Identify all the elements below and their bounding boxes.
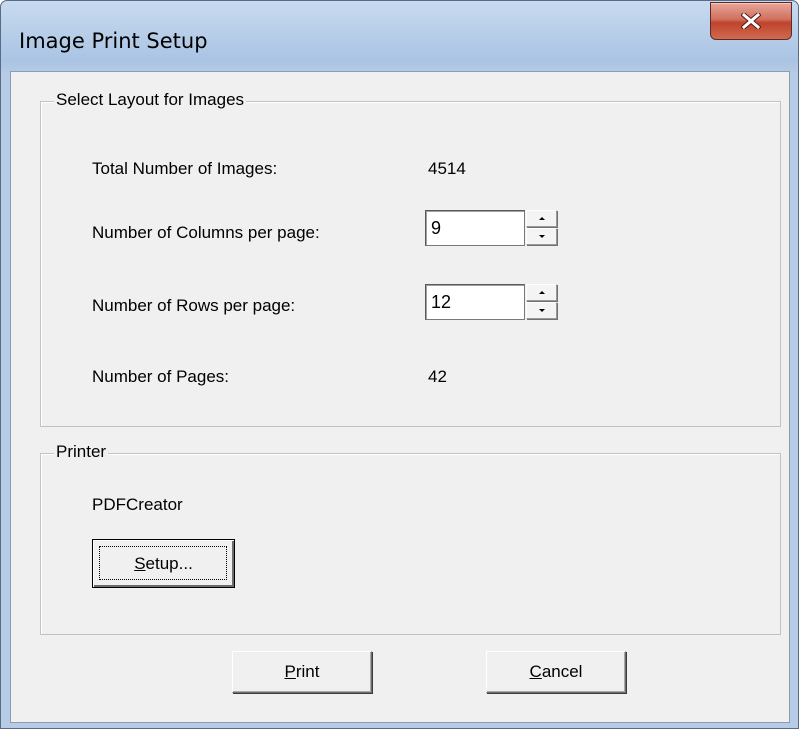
cancel-button[interactable]: Cancel xyxy=(486,651,626,693)
total-images-value: 4514 xyxy=(428,159,466,178)
close-button[interactable] xyxy=(710,2,792,40)
print-button-label: Print xyxy=(285,662,320,681)
setup-button-label: Setup... xyxy=(134,554,193,573)
print-mnemonic: P xyxy=(284,662,296,681)
dialog-content: Select Layout for Images Total Number of… xyxy=(10,71,790,723)
columns-up-button[interactable] xyxy=(526,210,557,227)
rows-input[interactable]: 12 xyxy=(425,284,525,320)
cancel-label-rest: ancel xyxy=(541,662,583,681)
setup-mnemonic: S xyxy=(134,554,146,573)
chevron-down-icon xyxy=(538,235,545,238)
chevron-up-icon xyxy=(538,217,545,220)
columns-input[interactable]: 9 xyxy=(425,210,525,246)
chevron-down-icon xyxy=(538,309,545,312)
pages-label: Number of Pages: xyxy=(92,367,230,386)
setup-label-rest: etup... xyxy=(145,554,193,573)
window-title: Image Print Setup xyxy=(19,29,208,53)
layout-group-label: Select Layout for Images xyxy=(54,89,247,111)
print-button[interactable]: Print xyxy=(232,651,372,693)
setup-button[interactable]: Setup... xyxy=(92,539,235,588)
printer-group-label: Printer xyxy=(54,441,109,463)
cancel-mnemonic: C xyxy=(529,662,542,681)
chevron-up-icon xyxy=(538,291,545,294)
printer-groupbox: Printer PDFCreator Setup... xyxy=(40,441,781,635)
rows-down-button[interactable] xyxy=(526,302,557,319)
columns-spinner xyxy=(526,210,558,246)
close-icon xyxy=(741,13,761,29)
print-label-rest: rint xyxy=(295,662,320,681)
total-images-label: Total Number of Images: xyxy=(92,159,278,178)
layout-groupbox: Select Layout for Images Total Number of… xyxy=(40,89,781,427)
columns-down-button[interactable] xyxy=(526,228,557,245)
rows-up-button[interactable] xyxy=(526,284,557,301)
pages-value: 42 xyxy=(428,367,447,386)
title-bar[interactable]: Image Print Setup xyxy=(1,1,798,71)
printer-name: PDFCreator xyxy=(92,495,183,514)
columns-label: Number of Columns per page: xyxy=(92,223,320,242)
rows-label: Number of Rows per page: xyxy=(92,296,296,315)
rows-spinner xyxy=(526,284,558,320)
dialog-window: Image Print Setup Select Layout for Imag… xyxy=(0,0,799,729)
cancel-button-label: Cancel xyxy=(530,662,583,681)
